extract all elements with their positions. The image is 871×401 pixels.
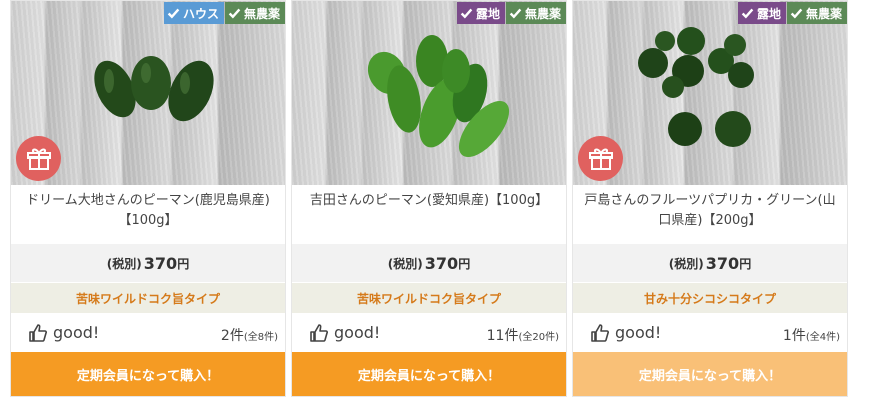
- tag-no-pesticide: 無農薬: [786, 2, 847, 24]
- check-icon: [228, 8, 241, 19]
- tag-list: 露地 無農薬: [737, 2, 847, 24]
- good-label[interactable]: good!: [334, 323, 380, 342]
- check-icon: [167, 8, 180, 19]
- price-amount: 370: [143, 253, 178, 273]
- product-price: (税別) 370 円: [573, 244, 847, 282]
- thumbs-up-icon[interactable]: [309, 323, 329, 343]
- check-icon: [460, 8, 473, 19]
- product-photo[interactable]: ハウス 無農薬: [11, 1, 285, 185]
- good-label[interactable]: good!: [53, 323, 99, 342]
- product-card[interactable]: ハウス 無農薬 ドリーム大地さんのピーマン(鹿児島県産)【100g】 (税別) …: [10, 0, 286, 397]
- good-count-value: 2件: [220, 328, 244, 344]
- tax-note: (税別): [106, 256, 142, 271]
- good-row: good! 1件(全4件): [573, 315, 847, 351]
- product-name[interactable]: ドリーム大地さんのピーマン(鹿児島県産)【100g】: [19, 191, 277, 241]
- tag-no-pesticide: 無農薬: [224, 2, 285, 24]
- tag-list: 露地 無農薬: [456, 2, 566, 24]
- tag-label: 無農薬: [524, 6, 561, 21]
- good-total: (全8件): [243, 332, 278, 343]
- tag-label: 露地: [756, 6, 781, 21]
- good-row: good! 11件(全20件): [292, 315, 566, 351]
- taste-type: 甘み十分シコシコタイプ: [573, 283, 847, 313]
- good-total: (全20件): [518, 332, 559, 343]
- buy-button[interactable]: 定期会員になって購入！: [292, 352, 566, 396]
- good-total: (全4件): [805, 332, 840, 343]
- price-amount: 370: [424, 253, 459, 273]
- product-grid: ハウス 無農薬 ドリーム大地さんのピーマン(鹿児島県産)【100g】 (税別) …: [0, 0, 871, 401]
- product-price: (税別) 370 円: [292, 244, 566, 282]
- check-icon: [509, 8, 522, 19]
- gift-icon: [16, 136, 61, 181]
- taste-type: 苦味ワイルドコク旨タイプ: [292, 283, 566, 313]
- price-unit: 円: [458, 256, 471, 271]
- good-count: 2件(全8件): [221, 325, 278, 345]
- check-icon: [741, 8, 754, 19]
- tag-house: ハウス: [163, 2, 224, 24]
- tag-label: 露地: [475, 6, 500, 21]
- product-name[interactable]: 戸島さんのフルーツパプリカ・グリーン(山口県産)【200g】: [581, 191, 839, 241]
- good-count-value: 11件: [486, 328, 519, 344]
- buy-button[interactable]: 定期会員になって購入！: [11, 352, 285, 396]
- product-name[interactable]: 吉田さんのピーマン(愛知県産)【100g】: [300, 191, 558, 241]
- product-photo[interactable]: 露地 無農薬: [292, 1, 566, 185]
- good-count-value: 1件: [782, 328, 806, 344]
- tag-label: 無農薬: [805, 6, 842, 21]
- tag-outdoor: 露地: [737, 2, 786, 24]
- thumbs-up-icon[interactable]: [590, 323, 610, 343]
- gift-icon: [578, 136, 623, 181]
- good-count: 11件(全20件): [487, 325, 559, 345]
- tag-list: ハウス 無農薬: [163, 2, 285, 24]
- buy-button[interactable]: 定期会員になって購入！: [573, 352, 847, 396]
- taste-type: 苦味ワイルドコク旨タイプ: [11, 283, 285, 313]
- tax-note: (税別): [387, 256, 423, 271]
- tax-note: (税別): [668, 256, 704, 271]
- tag-label: ハウス: [182, 6, 219, 21]
- thumbs-up-icon[interactable]: [28, 323, 48, 343]
- product-card[interactable]: 露地 無農薬 吉田さんのピーマン(愛知県産)【100g】 (税別) 370 円 …: [291, 0, 567, 397]
- good-count: 1件(全4件): [783, 325, 840, 345]
- product-photo[interactable]: 露地 無農薬: [573, 1, 847, 185]
- product-price: (税別) 370 円: [11, 244, 285, 282]
- product-card[interactable]: 露地 無農薬 戸島さんのフルーツパプリカ・グリーン(山口県産)【200g】 (税…: [572, 0, 848, 397]
- price-unit: 円: [177, 256, 190, 271]
- good-label[interactable]: good!: [615, 323, 661, 342]
- price-unit: 円: [739, 256, 752, 271]
- tag-label: 無農薬: [243, 6, 280, 21]
- tag-no-pesticide: 無農薬: [505, 2, 566, 24]
- price-amount: 370: [705, 253, 740, 273]
- check-icon: [790, 8, 803, 19]
- good-row: good! 2件(全8件): [11, 315, 285, 351]
- tag-outdoor: 露地: [456, 2, 505, 24]
